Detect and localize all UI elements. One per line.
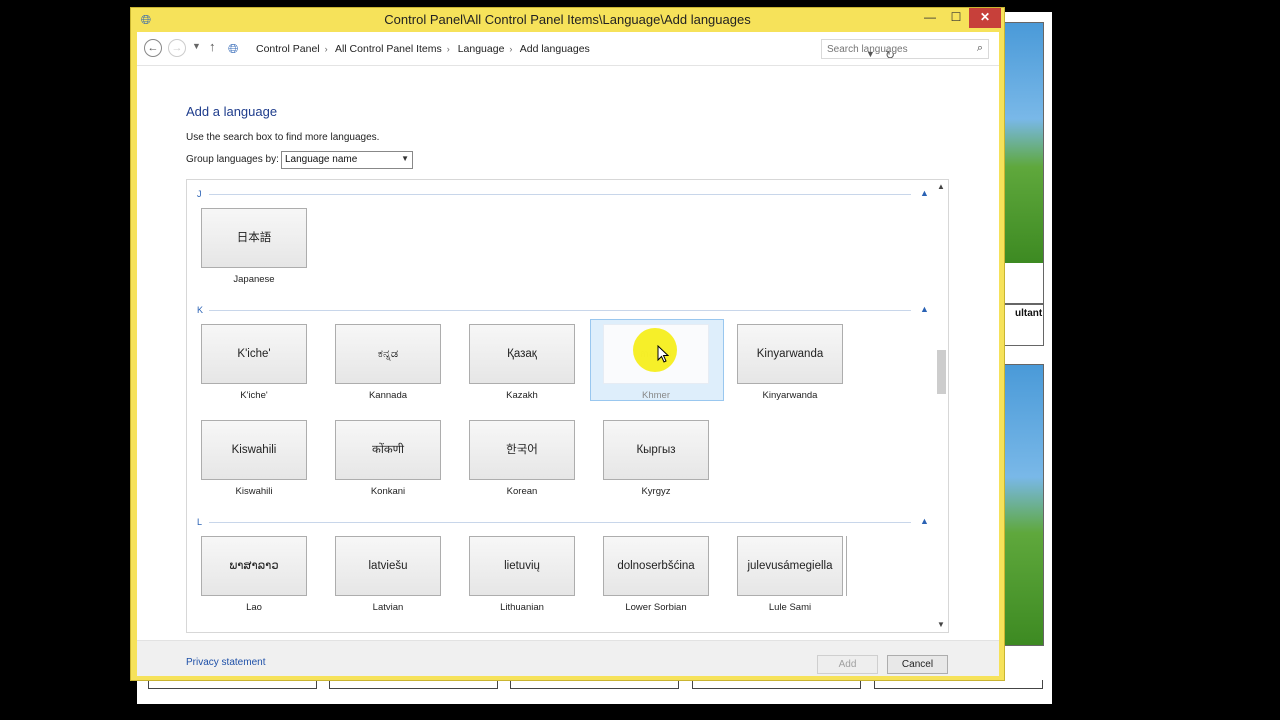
language-tile-latvian[interactable]: latviešu xyxy=(335,536,441,596)
breadcrumb-separator-icon[interactable]: › xyxy=(325,44,328,54)
language-tile-lule-sami[interactable]: julevusámegiella xyxy=(737,536,843,596)
language-list[interactable]: J ▲ 日本語 Japanese K ▲ K'iche' K'iche' ಕನ್… xyxy=(186,179,949,633)
dialog-footer: Privacy statement Add Cancel xyxy=(137,640,999,676)
window-client-area: ← → ▼ ↑ 🌐︎ Control Panel › All Control Pa… xyxy=(137,32,999,676)
group-by-select[interactable]: Language name ▼ xyxy=(281,151,413,169)
group-header-k: K xyxy=(197,305,204,315)
language-name-lower-sorbian: Lower Sorbian xyxy=(625,602,687,613)
window-title: Control Panel\All Control Panel Items\La… xyxy=(384,12,751,27)
background-illustration xyxy=(1005,23,1043,263)
breadcrumb-all-items[interactable]: All Control Panel Items xyxy=(335,43,442,55)
search-icon[interactable]: ⌕ xyxy=(977,42,983,55)
background-tab xyxy=(148,680,317,689)
group-by-label: Group languages by: xyxy=(186,154,279,165)
close-button[interactable]: ✕ xyxy=(969,8,1001,28)
language-tile-lithuanian[interactable]: lietuvių xyxy=(469,536,575,596)
group-header-j: J xyxy=(197,189,202,199)
background-image-card-2 xyxy=(1004,364,1044,646)
forward-arrow-icon[interactable]: → xyxy=(168,39,186,57)
breadcrumb-separator-icon[interactable]: › xyxy=(447,44,450,54)
language-name-kinyarwanda: Kinyarwanda xyxy=(762,390,818,401)
breadcrumb-separator-icon[interactable]: › xyxy=(509,44,512,54)
background-caption-card: ultant xyxy=(1004,304,1044,346)
title-bar[interactable]: 🌐︎ Control Panel\All Control Panel Items… xyxy=(131,8,1004,32)
mouse-cursor-icon xyxy=(657,345,669,363)
collapse-group-icon[interactable]: ▲ xyxy=(920,188,929,198)
language-name-lao: Lao xyxy=(246,602,262,613)
search-box: ⌕ xyxy=(821,39,989,59)
background-tab xyxy=(329,680,498,689)
background-tab xyxy=(874,680,1043,689)
cancel-button[interactable]: Cancel xyxy=(887,655,948,674)
background-tab xyxy=(692,680,861,689)
language-name-japanese: Japanese xyxy=(233,274,275,285)
address-toolbar: ← → ▼ ↑ 🌐︎ Control Panel › All Control Pa… xyxy=(137,32,999,66)
language-name-kiche: K'iche' xyxy=(240,390,268,401)
collapse-group-icon[interactable]: ▲ xyxy=(920,304,929,314)
language-name-lithuanian: Lithuanian xyxy=(500,602,544,613)
minimize-button[interactable]: — xyxy=(917,8,943,28)
cursor-highlight xyxy=(633,328,677,372)
language-name-kiswahili: Kiswahili xyxy=(235,486,273,497)
group-divider xyxy=(209,522,911,523)
language-tile-kazakh[interactable]: Қазақ xyxy=(469,324,575,384)
language-tile-konkani[interactable]: कोंकणी xyxy=(335,420,441,480)
language-tile-kannada[interactable]: ಕನ್ನಡ xyxy=(335,324,441,384)
search-input[interactable] xyxy=(822,40,968,58)
chevron-down-icon: ▼ xyxy=(401,154,409,163)
language-name-lule-sami: Lule Sami xyxy=(768,602,812,613)
language-tile-kiche[interactable]: K'iche' xyxy=(201,324,307,384)
language-tile-kyrgyz[interactable]: Кыргыз xyxy=(603,420,709,480)
background-tab xyxy=(510,680,679,689)
language-tile-japanese[interactable]: 日本語 xyxy=(201,208,307,268)
scrollbar-thumb[interactable] xyxy=(937,350,946,394)
control-panel-icon: 🌐︎ xyxy=(228,41,239,56)
breadcrumb: Control Panel › All Control Panel Items › … xyxy=(256,43,590,55)
add-button[interactable]: Add xyxy=(817,655,878,674)
language-tile-lao[interactable]: ພາສາລາວ xyxy=(201,536,307,596)
page-title: Add a language xyxy=(186,104,278,119)
add-languages-window: 🌐︎ Control Panel\All Control Panel Items… xyxy=(130,7,1005,681)
background-illustration-2 xyxy=(1005,365,1043,645)
group-header-l: L xyxy=(197,517,203,527)
language-name-latvian: Latvian xyxy=(372,602,404,613)
background-image-card xyxy=(1004,22,1044,304)
background-caption-text: ultant xyxy=(1015,308,1043,319)
language-name-khmer: Khmer xyxy=(642,390,670,401)
group-by-value: Language name xyxy=(285,154,358,165)
language-tile-kiswahili[interactable]: Kiswahili xyxy=(201,420,307,480)
language-tile-lower-sorbian[interactable]: dolnoserbšćina xyxy=(603,536,709,596)
breadcrumb-add-languages[interactable]: Add languages xyxy=(520,43,590,55)
breadcrumb-control-panel[interactable]: Control Panel xyxy=(256,43,320,55)
scroll-up-icon[interactable]: ▲ xyxy=(937,182,945,191)
up-arrow-icon[interactable]: ↑ xyxy=(209,39,216,54)
recent-locations-chevron-icon[interactable]: ▼ xyxy=(192,41,201,51)
language-name-kannada: Kannada xyxy=(368,390,408,401)
language-name-korean: Korean xyxy=(506,486,538,497)
group-divider xyxy=(209,310,911,311)
vertical-scrollbar[interactable]: ▲ ▼ xyxy=(934,180,948,632)
maximize-button[interactable]: ☐ xyxy=(943,8,969,28)
instructions-text: Use the search box to find more language… xyxy=(186,132,380,143)
language-name-kazakh: Kazakh xyxy=(506,390,538,401)
address-bar[interactable]: 🌐︎ Control Panel › All Control Panel Item… xyxy=(225,39,895,62)
language-name-kyrgyz: Kyrgyz xyxy=(641,486,671,497)
language-tile-korean[interactable]: 한국어 xyxy=(469,420,575,480)
language-tile-kinyarwanda[interactable]: Kinyarwanda xyxy=(737,324,843,384)
privacy-statement-link[interactable]: Privacy statement xyxy=(186,657,265,668)
group-divider xyxy=(209,194,911,195)
back-arrow-icon[interactable]: ← xyxy=(144,39,162,57)
collapse-group-icon[interactable]: ▲ xyxy=(920,516,929,526)
language-name-konkani: Konkani xyxy=(370,486,406,497)
breadcrumb-language[interactable]: Language xyxy=(458,43,505,55)
scroll-down-icon[interactable]: ▼ xyxy=(937,620,945,629)
